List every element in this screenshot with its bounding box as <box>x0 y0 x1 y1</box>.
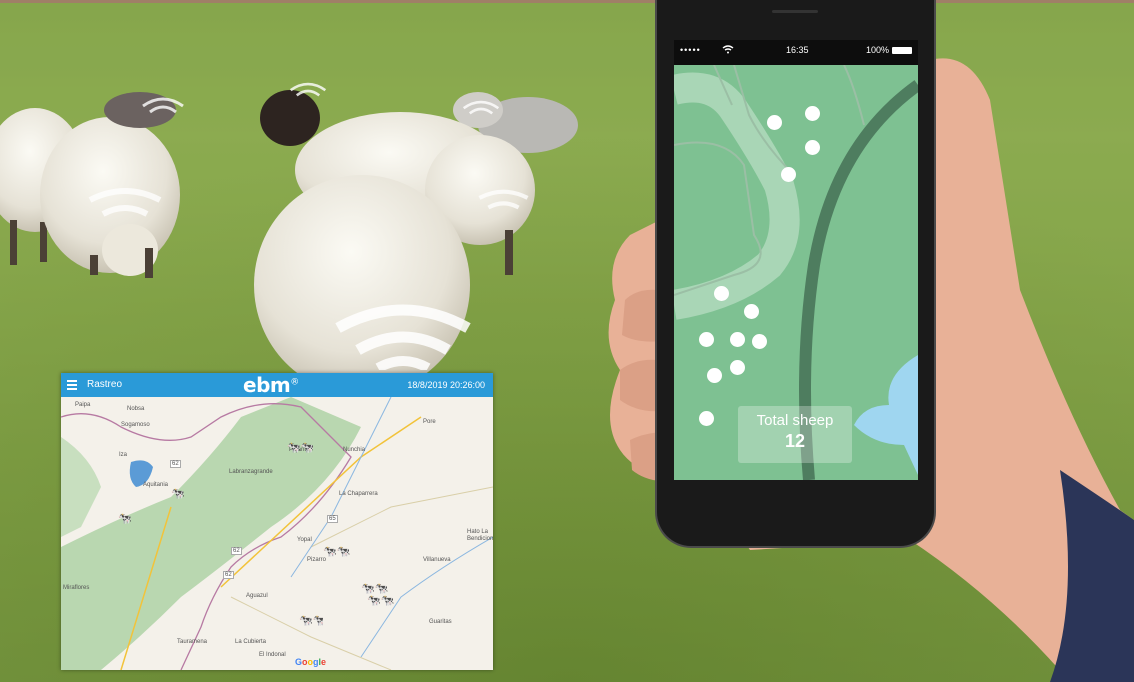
status-time: 16:35 <box>786 45 809 55</box>
geo-map[interactable]: Paipa Nobsa Sogamoso Iza Aquitania Labra… <box>61 397 493 670</box>
place-label: Miraflores <box>63 585 90 591</box>
place-label: Labranzagrande <box>229 469 273 475</box>
wifi-signal-icon <box>142 97 184 114</box>
sheep-location-dot[interactable] <box>805 106 820 121</box>
place-label: Nunchia <box>343 447 366 453</box>
logo-text: ebm <box>243 373 291 397</box>
status-bar: ••••• 16:35 100% <box>674 45 918 59</box>
total-sheep-label: Total sheep <box>756 412 834 429</box>
sheep-location-dot[interactable] <box>752 334 767 349</box>
sheep-location-dot[interactable] <box>730 360 745 375</box>
place-label: Hato La Bendicion <box>467 529 493 542</box>
timestamp: 18/8/2019 20:26:00 <box>407 380 485 390</box>
sheep-location-dot[interactable] <box>781 167 796 182</box>
sheep-location-dot[interactable] <box>699 332 714 347</box>
wifi-signal-icon <box>335 304 471 370</box>
livestock-marker-icon[interactable]: 🐄🐄🐄🐄 <box>361 580 395 606</box>
hamburger-menu-icon[interactable] <box>67 378 81 392</box>
road-label: 62 <box>231 547 242 555</box>
google-logo: Google <box>295 657 327 667</box>
livestock-marker-icon[interactable]: 🐄🐄 <box>323 541 353 561</box>
total-sheep-count: 12 <box>784 431 806 451</box>
svg-text:🐄: 🐄 <box>118 512 132 525</box>
place-label: La Cubierta <box>235 639 267 645</box>
sheep-location-dot[interactable] <box>699 411 714 426</box>
sheep-location-dot[interactable] <box>767 115 782 130</box>
place-label: Villanueva <box>423 557 451 563</box>
wifi-signal-icon <box>478 189 529 210</box>
sheep-location-dot[interactable] <box>744 304 759 319</box>
place-label: Iza <box>119 452 128 458</box>
map-terrain <box>61 397 493 670</box>
sheep-location-dot[interactable] <box>714 286 729 301</box>
sheep-location-dot[interactable] <box>805 140 820 155</box>
place-label: Sogamoso <box>121 422 150 428</box>
place-label: Aquitania <box>143 482 169 488</box>
place-label: Yopal <box>297 537 312 543</box>
sheep-location-dot[interactable] <box>730 332 745 347</box>
phone-screen: ••••• 16:35 100% Total sheep 12 <box>674 40 918 480</box>
page-title: Rastreo <box>87 379 123 390</box>
svg-text:🐄🐄: 🐄🐄 <box>367 594 395 606</box>
registered-mark: ® <box>290 377 299 388</box>
svg-text:🐄🐄: 🐄🐄 <box>323 545 351 558</box>
place-label: Paipa <box>75 402 91 408</box>
smartphone: ••••• 16:35 100% Total sheep 12 <box>657 0 934 546</box>
place-label: Aguazul <box>246 593 268 599</box>
wifi-signal-icon <box>462 100 500 115</box>
place-label: El Indonal <box>259 652 286 658</box>
place-label: La Chaparrera <box>339 491 378 497</box>
road-label: 62 <box>170 460 181 468</box>
wifi-signal-icon <box>289 82 327 97</box>
speaker-grille <box>772 10 818 13</box>
battery-icon <box>892 47 912 55</box>
road-label: 65 <box>327 515 338 523</box>
sheep-location-dot[interactable] <box>707 368 722 383</box>
app-header: Rastreo ebm® 18/8/2019 20:26:00 <box>61 373 493 397</box>
livestock-marker-icon[interactable]: 🐄🐄 <box>299 610 323 628</box>
place-label: Guaritas <box>429 619 452 625</box>
svg-text:🐄🐄: 🐄🐄 <box>299 614 323 627</box>
wifi-icon <box>722 45 734 56</box>
sheep-tracking-map[interactable]: Total sheep 12 <box>674 65 918 480</box>
svg-text:🐄: 🐄 <box>171 487 185 500</box>
livestock-marker-icon[interactable]: 🐄🐄 <box>287 439 313 455</box>
road-label: 62 <box>223 571 234 579</box>
battery-percent: 100% <box>865 45 889 55</box>
livestock-marker-icon[interactable]: 🐄 <box>171 485 187 501</box>
place-label: Tauramena <box>177 639 208 645</box>
svg-text:🐄🐄: 🐄🐄 <box>287 441 313 454</box>
place-label: Pore <box>423 419 436 425</box>
total-sheep-card: Total sheep 12 <box>738 406 852 463</box>
place-label: Nobsa <box>127 406 145 412</box>
tracking-web-app: Rastreo ebm® 18/8/2019 20:26:00 Paipa No… <box>61 373 493 670</box>
ebm-logo: ebm® <box>243 373 299 397</box>
livestock-marker-icon[interactable]: 🐄 <box>118 510 134 526</box>
signal-dots: ••••• <box>680 45 701 55</box>
battery-indicator: 100% <box>866 45 912 55</box>
wifi-signal-icon <box>88 188 162 217</box>
